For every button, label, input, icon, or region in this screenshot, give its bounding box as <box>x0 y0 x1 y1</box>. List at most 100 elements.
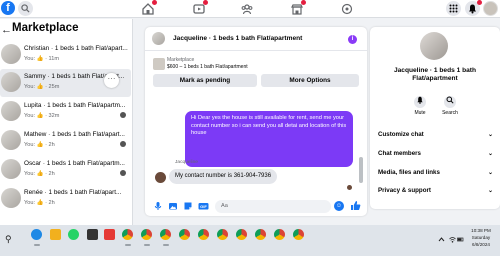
avatar <box>1 130 21 150</box>
incoming-message-bubble: My contact number is 361-904-7936 <box>169 169 278 184</box>
mute-label: Mute <box>414 110 426 116</box>
read-receipt-avatar <box>347 185 352 190</box>
conversation-name: Mathew · 1 beds 1 bath Flat/apart... <box>24 131 125 138</box>
search-in-conversation-button[interactable]: Search <box>438 94 462 116</box>
search-icon[interactable] <box>18 1 33 16</box>
gif-icon[interactable]: GIF <box>198 201 209 211</box>
chat-header: Jacqueline · 1 beds 1 bath Flat/apartmen… <box>145 27 367 51</box>
chrome-icon[interactable] <box>198 229 209 240</box>
conversation-item-renee[interactable]: Renée · 1 beds 1 bath Flat/apart... You:… <box>0 185 132 213</box>
groups-icon[interactable] <box>240 2 254 16</box>
microphone-icon[interactable] <box>153 201 163 211</box>
mute-button[interactable]: Mute <box>408 94 432 116</box>
conversation-item-lupita[interactable]: Lupita · 1 beds 1 bath Flat/apartm... Yo… <box>0 98 132 126</box>
chat-scrollbar[interactable] <box>359 157 363 183</box>
chat-members-section[interactable]: Chat members ⌄ <box>378 147 493 161</box>
conversation-preview: You: 👍 · 32m <box>24 113 60 119</box>
chevron-down-icon: ⌄ <box>487 151 493 157</box>
file-explorer-icon[interactable] <box>50 229 61 240</box>
avatar <box>1 159 21 179</box>
chevron-down-icon: ⌄ <box>487 170 493 176</box>
marketplace-notification-badge <box>301 0 306 5</box>
conversation-name: Oscar · 1 beds 1 bath Flat/apartm... <box>24 160 125 167</box>
thumbs-up-icon: 👍 <box>36 171 44 177</box>
thumbs-up-icon: 👍 <box>36 84 44 90</box>
avatar <box>1 101 21 121</box>
search-icon <box>444 96 456 108</box>
listing-thumbnail[interactable] <box>153 58 165 70</box>
conversation-item-christian[interactable]: Christian · 1 beds 1 bath Flat/apart... … <box>0 41 132 69</box>
avatar <box>1 72 21 92</box>
thumbs-up-icon: 👍 <box>36 56 44 62</box>
seen-avatar <box>120 112 126 118</box>
home-notification-badge <box>152 0 157 5</box>
back-arrow-icon[interactable]: ← <box>1 24 12 36</box>
conversation-item-sammy[interactable]: Sammy · 1 beds 1 bath Flat/apart... You:… <box>0 69 131 97</box>
chevron-down-icon: ⌄ <box>487 188 493 194</box>
chevron-down-icon: ⌄ <box>487 132 493 138</box>
more-options-button[interactable]: More Options <box>261 74 359 87</box>
facebook-logo[interactable]: f <box>1 1 15 15</box>
mark-as-pending-button[interactable]: Mark as pending <box>153 74 257 87</box>
avatar <box>1 188 21 208</box>
chat-title[interactable]: Jacqueline · 1 beds 1 bath Flat/apartmen… <box>173 35 302 42</box>
contact-avatar[interactable] <box>420 32 448 60</box>
chrome-icon[interactable] <box>122 229 133 240</box>
info-icon[interactable]: i <box>348 35 357 44</box>
chrome-icon[interactable] <box>217 229 228 240</box>
marketplace-inbox-sidebar: ← Marketplace Christian · 1 beds 1 bath … <box>0 19 133 225</box>
listing-price-title[interactable]: $600 – 1 beds 1 bath Flat/apartment <box>167 64 248 70</box>
video-notification-badge <box>203 0 208 5</box>
chrome-icon[interactable] <box>255 229 266 240</box>
taskbar-running-indicator <box>125 244 131 246</box>
customize-chat-section[interactable]: Customize chat ⌄ <box>378 128 493 142</box>
conversation-preview: You: 👍 · 2h <box>24 171 55 177</box>
top-navigation-bar: f <box>0 0 500 18</box>
whatsapp-icon[interactable] <box>68 229 79 240</box>
wifi-icon[interactable] <box>449 236 456 243</box>
taskbar-running-indicator <box>144 244 150 246</box>
chrome-icon[interactable] <box>160 229 171 240</box>
chrome-icon[interactable] <box>141 229 152 240</box>
conversation-name: Renée · 1 beds 1 bath Flat/apart... <box>24 189 122 196</box>
taskbar-running-indicator <box>163 244 169 246</box>
sticker-icon[interactable] <box>183 201 193 211</box>
avatar[interactable] <box>152 32 165 45</box>
sidebar-title: Marketplace <box>12 22 79 34</box>
conversation-name: Christian · 1 beds 1 bath Flat/apart... <box>24 45 128 52</box>
menu-grid-icon[interactable] <box>446 1 461 16</box>
conversation-preview: You: 👍 · 11m <box>24 56 59 62</box>
notifications-icon[interactable] <box>465 0 482 16</box>
gaming-icon[interactable] <box>340 2 354 16</box>
profile-avatar[interactable] <box>483 1 498 16</box>
message-input[interactable]: Aa <box>215 200 331 213</box>
seen-avatar <box>120 170 126 176</box>
media-files-links-section[interactable]: Media, files and links ⌄ <box>378 166 493 180</box>
image-icon[interactable] <box>168 201 178 211</box>
svg-text:GIF: GIF <box>200 204 207 209</box>
taskbar-search-icon[interactable]: ⚲ <box>5 234 12 245</box>
app-icon[interactable] <box>87 229 98 240</box>
thumbs-up-send-icon[interactable] <box>350 200 361 211</box>
conversation-more-button[interactable]: ··· <box>104 73 119 88</box>
conversation-item-oscar[interactable]: Oscar · 1 beds 1 bath Flat/apartm... You… <box>0 156 132 184</box>
notifications-badge <box>477 0 482 5</box>
conversation-info-panel: Jacqueline · 1 beds 1 bath Flat/apartmen… <box>370 27 500 209</box>
conversation-preview: You: 👍 · 25m <box>24 84 60 90</box>
privacy-support-section[interactable]: Privacy & support ⌄ <box>378 184 493 198</box>
conversation-preview: You: 👍 · 2h <box>24 200 55 206</box>
system-clock[interactable]: 10:38 PM Saturday 6/8/2024 <box>463 227 499 248</box>
taskbar-running-indicator <box>34 244 40 246</box>
conversation-item-mathew[interactable]: Mathew · 1 beds 1 bath Flat/apart... You… <box>0 127 132 155</box>
outgoing-message-bubble: Hi Dear yes the house is still available… <box>185 111 353 167</box>
chevron-up-icon[interactable] <box>438 236 445 243</box>
edge-icon[interactable] <box>31 229 42 240</box>
app-icon[interactable] <box>104 229 115 240</box>
chrome-icon[interactable] <box>179 229 190 240</box>
message-composer: GIF Aa ☺ <box>145 197 367 216</box>
thumbs-up-icon: 👍 <box>36 200 44 206</box>
chrome-icon[interactable] <box>293 229 304 240</box>
emoji-icon[interactable]: ☺ <box>334 201 344 211</box>
chrome-icon[interactable] <box>274 229 285 240</box>
chrome-icon[interactable] <box>236 229 247 240</box>
